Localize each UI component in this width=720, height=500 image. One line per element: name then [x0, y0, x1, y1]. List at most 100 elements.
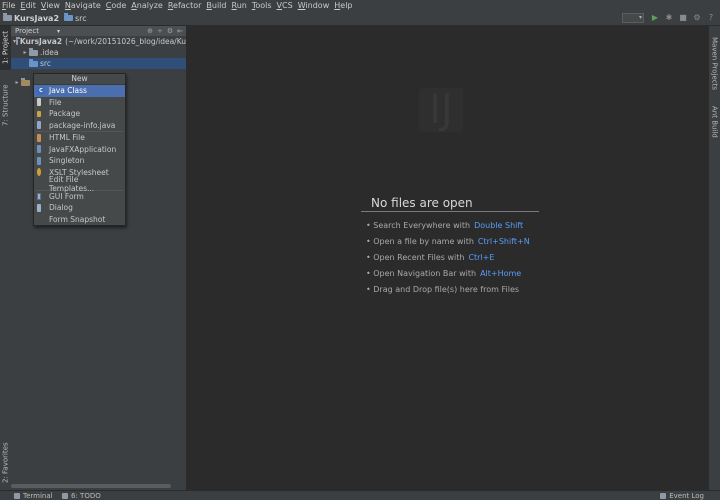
menu-refactor[interactable]: Refactor: [168, 1, 202, 10]
hint-navigation-bar: • Open Navigation Bar with Alt+Home: [366, 269, 530, 285]
project-panel-header: Project ▾ ⊕ ÷ ⚙ ⇤: [11, 26, 186, 36]
menu-help[interactable]: Help: [334, 1, 352, 10]
breadcrumb-project-label: KursJava2: [14, 13, 60, 23]
sync-icon[interactable]: ⊕: [147, 27, 153, 35]
menu-window[interactable]: Window: [298, 1, 330, 10]
menu-item-edit-file-templates[interactable]: Edit File Templates...: [34, 174, 125, 193]
html-icon: [37, 133, 41, 142]
tool-tab-maven-projects[interactable]: Maven Projects: [709, 32, 720, 96]
hint-text: • Search Everywhere with: [366, 221, 471, 230]
dialog-icon: [37, 203, 41, 212]
menu-navigate[interactable]: Navigate: [65, 1, 101, 10]
chevron-right-icon[interactable]: ▸: [13, 79, 21, 86]
run-configuration-select[interactable]: ▾: [622, 13, 644, 23]
stop-icon[interactable]: ■: [678, 13, 688, 23]
menu-item-dialog[interactable]: Dialog: [34, 202, 125, 214]
menu-item-label: GUI Form: [49, 191, 84, 201]
left-tool-stripe: 1: Project 7: Structure 2: Favorites: [0, 26, 11, 490]
menu-tools[interactable]: Tools: [252, 1, 272, 10]
menu-edit[interactable]: Edit: [20, 1, 36, 10]
java-file-icon: [37, 121, 41, 130]
right-tool-stripe: Maven Projects Ant Build: [709, 26, 720, 490]
source-folder-icon: [64, 13, 74, 21]
menu-item-label: Dialog: [49, 203, 73, 213]
menu-item-file[interactable]: File: [34, 97, 125, 109]
menu-build[interactable]: Build: [206, 1, 226, 10]
breadcrumb-src[interactable]: src: [64, 13, 87, 23]
settings-icon[interactable]: ⚙: [692, 13, 702, 23]
tree-item-src[interactable]: src: [11, 58, 186, 69]
tool-tab-structure[interactable]: 7: Structure: [0, 80, 11, 130]
gui-form-icon: [37, 192, 41, 200]
menu-item-label: File: [49, 97, 62, 107]
menu-run[interactable]: Run: [231, 1, 246, 10]
hint-shortcut: Ctrl+Shift+N: [477, 237, 530, 246]
debug-icon[interactable]: ✱: [664, 13, 674, 23]
menu-file[interactable]: File: [2, 1, 15, 10]
event-log-label: Event Log: [669, 492, 704, 500]
menu-item-form-snapshot[interactable]: Form Snapshot: [34, 214, 125, 226]
tool-tab-ant-build[interactable]: Ant Build: [709, 102, 720, 142]
new-submenu: New C Java Class File Package package-in…: [33, 73, 126, 226]
terminal-label: Terminal: [23, 492, 53, 500]
menu-item-package-info[interactable]: package-info.java: [34, 120, 125, 132]
singleton-icon: [37, 156, 41, 165]
tool-tab-terminal[interactable]: Terminal: [14, 492, 53, 500]
chevron-down-icon: ▾: [638, 14, 642, 21]
hint-shortcut: Alt+Home: [480, 269, 522, 278]
hint-recent-files: • Open Recent Files with Ctrl+E: [366, 253, 530, 269]
project-root-path: (~/work/20151026_blog/idea/Ku: [65, 37, 186, 46]
menu-item-javafx-application[interactable]: JavaFXApplication: [34, 144, 125, 156]
hide-icon[interactable]: ⇤: [177, 27, 183, 35]
menu-item-label: Java Class: [49, 86, 87, 96]
idea-folder-label: .idea: [40, 48, 59, 57]
chevron-right-icon[interactable]: ▸: [21, 49, 29, 56]
menu-item-java-class[interactable]: C Java Class: [34, 85, 125, 97]
status-bar: Terminal 6: TODO Event Log: [0, 490, 720, 500]
menu-item-label: Edit File Templates...: [48, 174, 95, 193]
hint-search-everywhere: • Search Everywhere with Double Shift: [366, 221, 530, 237]
help-icon[interactable]: ?: [706, 13, 716, 23]
src-folder-label: src: [40, 59, 51, 68]
menu-item-html-file[interactable]: HTML File: [34, 132, 125, 144]
tree-item-project-root[interactable]: ▾ KursJava2 (~/work/20151026_blog/idea/K…: [11, 36, 186, 47]
breadcrumb-src-label: src: [75, 13, 87, 23]
run-icon[interactable]: ▶: [650, 13, 660, 23]
run-toolbar: ▾ ▶ ✱ ■ ⚙ ?: [622, 13, 716, 23]
tool-tab-todo[interactable]: 6: TODO: [62, 492, 101, 500]
folder-icon: [3, 13, 12, 21]
folder-icon: [29, 47, 38, 56]
tree-item-idea[interactable]: ▸ .idea: [11, 47, 186, 58]
javafx-icon: [37, 145, 41, 154]
menu-vcs[interactable]: VCS: [277, 1, 293, 10]
library-icon: [21, 77, 30, 86]
hint-drag-drop: • Drag and Drop file(s) here from Files: [366, 285, 530, 301]
menu-item-singleton[interactable]: Singleton: [34, 155, 125, 167]
project-view-label[interactable]: Project: [15, 27, 39, 35]
breadcrumb-project[interactable]: KursJava2: [3, 13, 60, 23]
hint-text: • Open a file by name with: [366, 237, 474, 246]
event-log-icon: [660, 493, 667, 499]
tool-tab-favorites[interactable]: 2: Favorites: [0, 438, 11, 488]
gear-icon[interactable]: ⚙: [167, 27, 173, 35]
intellij-logo-icon: IJ: [419, 88, 463, 132]
folder-icon: [16, 36, 20, 45]
collapse-icon[interactable]: ÷: [157, 27, 163, 35]
hint-shortcut: Double Shift: [474, 221, 524, 230]
editor-area[interactable]: IJ No files are open • Search Everywhere…: [186, 26, 709, 490]
no-files-title: No files are open: [361, 196, 539, 212]
class-icon: C: [37, 86, 45, 95]
package-icon: [37, 110, 41, 117]
menu-item-package[interactable]: Package: [34, 108, 125, 120]
hint-text: • Drag and Drop file(s) here from Files: [366, 285, 520, 294]
menu-code[interactable]: Code: [106, 1, 127, 10]
menu-item-label: HTML File: [49, 133, 85, 143]
tool-tab-project[interactable]: 1: Project: [0, 26, 11, 70]
chevron-down-icon[interactable]: ▾: [57, 28, 60, 35]
menu-view[interactable]: View: [41, 1, 60, 10]
menu-analyze[interactable]: Analyze: [131, 1, 163, 10]
menu-item-label: Singleton: [49, 156, 85, 166]
todo-label: 6: TODO: [71, 492, 101, 500]
horizontal-scrollbar[interactable]: [11, 484, 171, 488]
tool-tab-event-log[interactable]: Event Log: [660, 492, 704, 500]
